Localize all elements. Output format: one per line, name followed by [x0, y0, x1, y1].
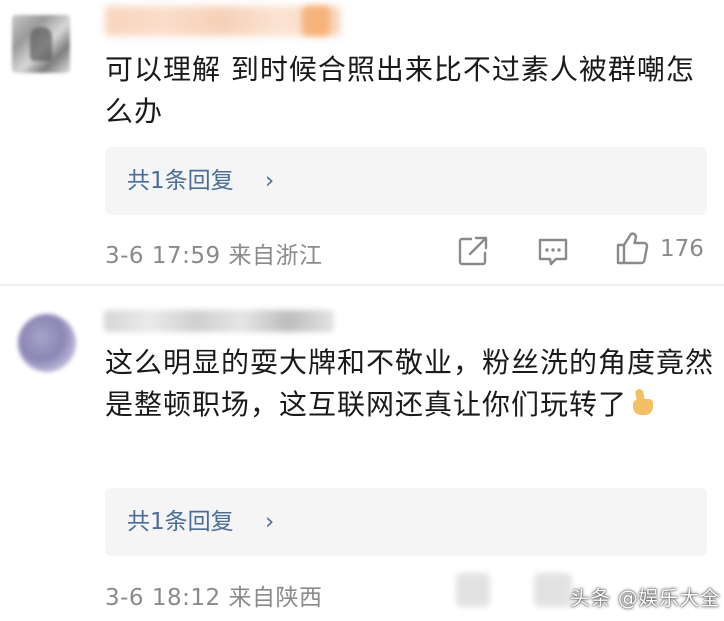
comment-icon[interactable] [536, 234, 570, 268]
share-icon[interactable] [456, 234, 490, 268]
comment-text: 这么明显的耍大牌和不敬业，粉丝洗的角度竟然是整顿职场，这互联网还真让你们玩转了 [105, 342, 715, 426]
avatar[interactable] [12, 15, 70, 73]
comment-icon[interactable] [534, 573, 572, 607]
comment-meta: 3-6 17:59 来自浙江 [105, 243, 323, 269]
watermark: 头条 @娱乐大全 [570, 586, 721, 610]
chevron-right-icon: › [265, 509, 275, 535]
reply-count-label: 共1条回复 [127, 509, 234, 535]
comment-text-content: 这么明显的耍大牌和不敬业，粉丝洗的角度竟然是整顿职场，这互联网还真让你们玩转了 [105, 346, 715, 421]
comment-meta: 3-6 18:12 来自陕西 [105, 585, 323, 611]
comment-item: 可以理解 到时候合照出来比不过素人被群嘲怎么办 共1条回复 › 3-6 17:5… [0, 0, 724, 284]
view-replies-button[interactable]: 共1条回复 › [105, 488, 707, 556]
thumbs-up-icon[interactable] [614, 230, 650, 266]
view-replies-button[interactable]: 共1条回复 › [105, 147, 707, 215]
comment-text: 可以理解 到时候合照出来比不过素人被群嘲怎么办 [105, 53, 695, 128]
like-count: 176 [660, 236, 704, 262]
comment-item: 这么明显的耍大牌和不敬业，粉丝洗的角度竟然是整顿职场，这互联网还真让你们玩转了 … [0, 286, 724, 621]
user-badge-blurred [302, 6, 330, 36]
chevron-right-icon: › [265, 168, 275, 194]
share-icon[interactable] [456, 573, 490, 607]
reply-count-label: 共1条回复 [127, 168, 234, 194]
avatar[interactable] [18, 314, 76, 372]
thumbs-up-emoji [627, 387, 657, 417]
username-blurred[interactable] [104, 310, 334, 332]
